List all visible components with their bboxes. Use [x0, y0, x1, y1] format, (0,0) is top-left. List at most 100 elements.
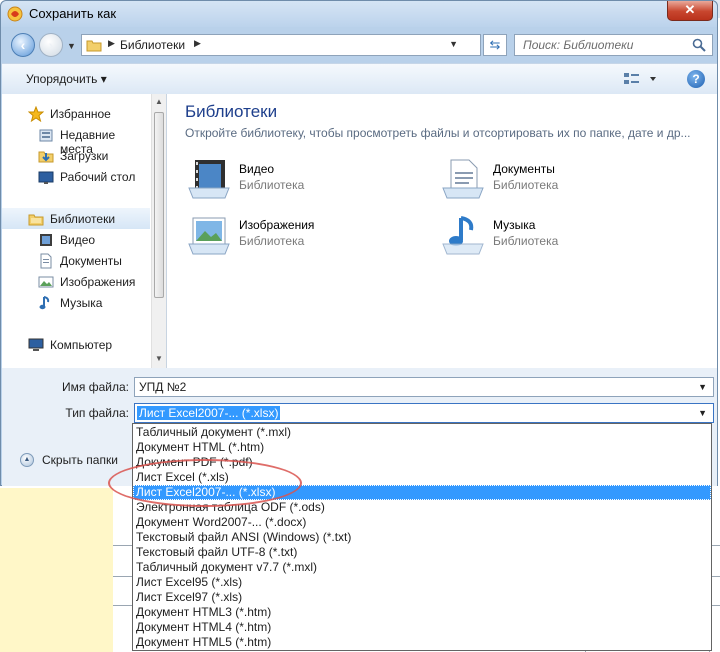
sidebar-item-desktop[interactable]: Рабочий стол [2, 166, 150, 187]
help-button[interactable]: ? [687, 70, 705, 88]
close-button[interactable]: ✕ [667, 1, 713, 21]
sidebar-item-favorites[interactable]: Избранное [2, 103, 150, 124]
library-type: Библиотека [493, 178, 559, 192]
sidebar-item-pictures[interactable]: Изображения [2, 271, 150, 292]
computer-icon [28, 338, 44, 351]
filetype-option[interactable]: Текстовый файл ANSI (Windows) (*.txt) [133, 530, 711, 545]
navigation-pane: Избранное Недавние места Загрузки Рабочи… [2, 94, 167, 368]
filetype-option[interactable]: Лист Excel97 (*.xls) [133, 590, 711, 605]
breadcrumb-separator-icon[interactable]: ▶ [108, 38, 115, 49]
filetype-option[interactable]: Документ HTML (*.htm) [133, 440, 711, 455]
library-music[interactable]: Музыка Библиотека [441, 212, 681, 260]
address-bar[interactable]: ▶ Библиотеки ▶ ▼ [81, 34, 481, 56]
filetype-option[interactable]: Документ HTML4 (*.htm) [133, 620, 711, 635]
title-bar[interactable]: Сохранить как ✕ [1, 1, 717, 27]
help-icon: ? [692, 72, 700, 86]
window-title: Сохранить как [29, 6, 117, 21]
organize-button[interactable]: Упорядочить ▾ [26, 72, 107, 86]
sidebar-item-label: Рабочий стол [60, 170, 136, 184]
sidebar-item-recent-places[interactable]: Недавние места [2, 124, 150, 156]
filetype-option[interactable]: Текстовый файл UTF-8 (*.txt) [133, 545, 711, 560]
library-name: Музыка [493, 218, 536, 232]
search-box[interactable]: Поиск: Библиотеки [514, 34, 713, 56]
forward-button[interactable]: › [39, 33, 63, 57]
scroll-down-icon[interactable]: ▼ [155, 354, 163, 363]
star-icon [28, 106, 44, 122]
library-pictures[interactable]: Изображения Библиотека [187, 212, 427, 260]
sidebar-item-label: Музыка [60, 296, 103, 310]
filetype-option[interactable]: Лист Excel95 (*.xls) [133, 575, 711, 590]
filetype-option[interactable]: Документ Word2007-... (*.docx) [133, 515, 711, 530]
music-icon [39, 296, 50, 310]
chevron-down-icon[interactable]: ▼ [698, 408, 707, 418]
filetype-option[interactable]: Табличный документ v7.7 (*.mxl) [133, 560, 711, 575]
library-video[interactable]: Видео Библиотека [187, 156, 427, 204]
sidebar-item-libraries[interactable]: Библиотеки [2, 208, 150, 229]
sidebar-item-label: Библиотеки [50, 212, 116, 226]
sidebar-item-label: Изображения [60, 275, 136, 289]
scrollbar-thumb[interactable] [154, 112, 164, 298]
filetype-dropdown-list[interactable]: Табличный документ (*.mxl) Документ HTML … [132, 423, 712, 651]
close-icon: ✕ [684, 2, 696, 17]
sidebar-scrollbar[interactable]: ▲ ▼ [151, 94, 166, 368]
library-name: Видео [239, 162, 275, 176]
music-library-icon [442, 216, 484, 255]
recent-locations-dropdown-icon[interactable]: ▼ [67, 41, 76, 51]
search-placeholder: Поиск: Библиотеки [523, 38, 634, 52]
refresh-icon: ⇆ [489, 37, 501, 52]
library-documents[interactable]: Документы Библиотека [441, 156, 681, 204]
filename-field[interactable]: УПД №2 ▼ [134, 377, 714, 397]
filename-value[interactable]: УПД №2 [139, 380, 186, 394]
scroll-up-icon[interactable]: ▲ [155, 97, 163, 106]
filetype-option[interactable]: Документ HTML3 (*.htm) [133, 605, 711, 620]
folder-icon [86, 40, 102, 52]
content-pane: Библиотеки Откройте библиотеку, чтобы пр… [167, 94, 717, 368]
back-arrow-icon: ‹ [20, 37, 26, 53]
video-icon [40, 234, 52, 246]
video-library-icon [188, 160, 230, 199]
sidebar-item-label: Видео [60, 233, 96, 247]
filetype-value[interactable]: Лист Excel2007-... (*.xlsx) [137, 406, 281, 420]
downloads-icon [38, 151, 54, 163]
sidebar-item-label: Загрузки [60, 149, 109, 163]
sidebar-item-video[interactable]: Видео [2, 229, 150, 250]
documents-icon [40, 253, 52, 269]
filetype-select[interactable]: Лист Excel2007-... (*.xlsx) ▼ [134, 403, 714, 423]
change-view-icon[interactable] [622, 70, 658, 88]
sidebar-item-label: Документы [60, 254, 122, 268]
breadcrumb-libraries[interactable]: Библиотеки [120, 38, 185, 52]
desktop-icon [38, 171, 54, 184]
app-icon [7, 6, 23, 22]
back-button[interactable]: ‹ [11, 33, 35, 57]
documents-library-icon [442, 159, 484, 199]
page-title: Библиотеки [185, 102, 278, 121]
toolbar: Упорядочить ▾ ? [2, 63, 717, 95]
collapse-icon: ▲ [20, 453, 34, 467]
filename-dropdown-icon[interactable]: ▼ [698, 382, 707, 392]
navigation-row: ‹ › ▼ ▶ Библиотеки ▶ ▼ ⇆ Поиск: Библиоте… [1, 27, 717, 63]
refresh-button[interactable]: ⇆ [483, 34, 507, 56]
search-icon[interactable] [692, 38, 706, 52]
sidebar-item-documents[interactable]: Документы [2, 250, 150, 271]
pictures-icon [38, 276, 54, 288]
sidebar-item-label: Избранное [50, 107, 111, 121]
save-as-dialog: Сохранить как ✕ ‹ › ▼ ▶ Библиотеки ▶ ▼ ⇆… [0, 0, 718, 486]
sidebar-item-downloads[interactable]: Загрузки [2, 145, 150, 166]
sidebar-item-music[interactable]: Музыка [2, 292, 150, 313]
library-type: Библиотека [239, 178, 305, 192]
library-type: Библиотека [239, 234, 305, 248]
library-name: Документы [493, 162, 555, 176]
forward-arrow-icon: › [48, 37, 54, 53]
breadcrumb-separator-icon[interactable]: ▶ [194, 38, 201, 49]
filetype-option[interactable]: Табличный документ (*.mxl) [133, 425, 711, 440]
recent-places-icon [39, 129, 53, 142]
libraries-icon [28, 214, 44, 226]
pictures-library-icon [188, 217, 230, 255]
annotation-ellipse [108, 459, 302, 507]
filename-label: Имя файла: [62, 380, 129, 394]
page-subtitle: Откройте библиотеку, чтобы просмотреть ф… [185, 126, 691, 140]
sidebar-item-computer[interactable]: Компьютер [2, 334, 150, 355]
filetype-option[interactable]: Документ HTML5 (*.htm) [133, 635, 711, 650]
address-dropdown-icon[interactable]: ▼ [449, 39, 458, 49]
library-name: Изображения [239, 218, 315, 232]
